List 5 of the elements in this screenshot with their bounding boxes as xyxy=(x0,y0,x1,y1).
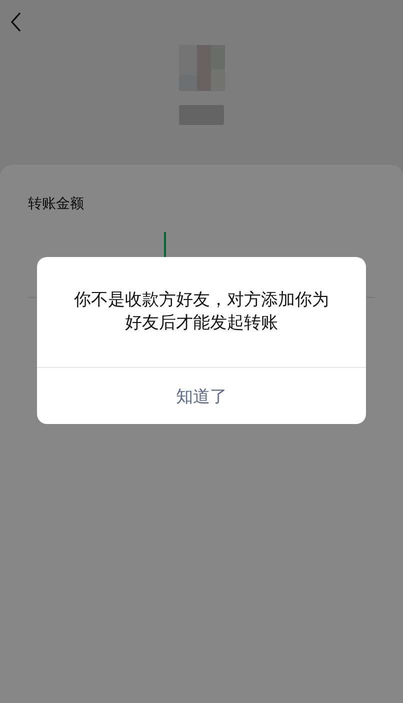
blurred-name xyxy=(179,105,224,125)
amount-label: 转账金额 xyxy=(28,195,85,213)
ok-button[interactable]: 知道了 xyxy=(37,368,366,424)
dialog-message: 你不是收款方好友，对方添加你为好友后才能发起转账 xyxy=(37,257,366,368)
back-icon[interactable] xyxy=(10,12,22,32)
